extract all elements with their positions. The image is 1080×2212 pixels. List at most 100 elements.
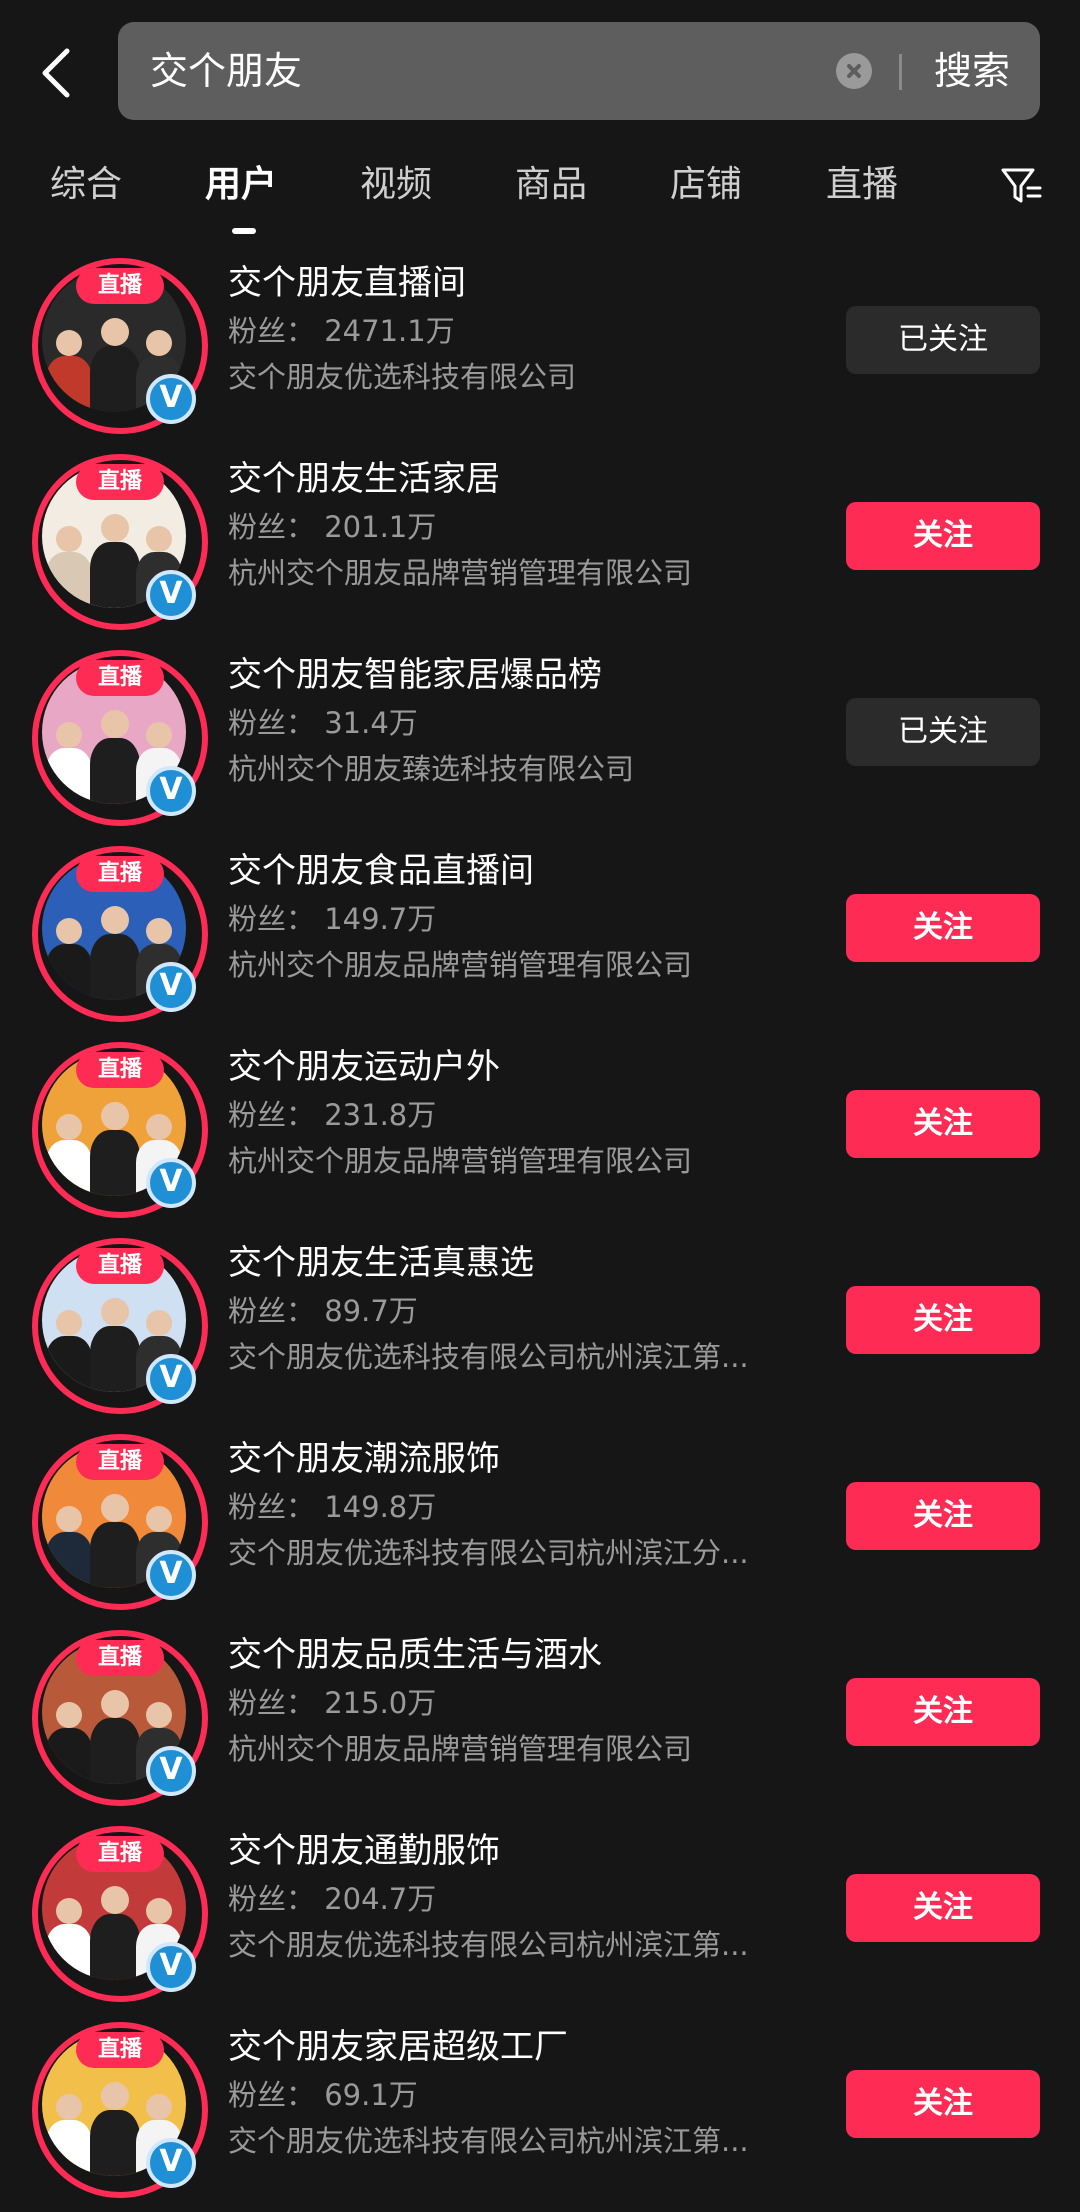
user-result-row[interactable]: 直播 V 交个朋友食品直播间 粉丝： 149.7万 杭州交个朋友品牌营销管理有限… <box>0 840 1080 1036</box>
follower-count: 粉丝： 215.0万 <box>228 1686 437 1720</box>
live-badge: 直播 <box>76 464 164 500</box>
user-result-row[interactable]: 直播 V 交个朋友智能家居爆品榜 粉丝： 31.4万 杭州交个朋友臻选科技有限公… <box>0 644 1080 840</box>
follower-count: 粉丝： 149.8万 <box>228 1490 437 1524</box>
avatar[interactable]: 直播 V <box>32 846 208 1022</box>
live-badge: 直播 <box>76 1444 164 1480</box>
user-name: 交个朋友食品直播间 <box>228 851 534 891</box>
user-name: 交个朋友生活真惠选 <box>228 1243 534 1283</box>
user-info: 交个朋友家居超级工厂 粉丝： 69.1万 交个朋友优选科技有限公司杭州滨江第..… <box>228 2022 808 2164</box>
user-name: 交个朋友直播间 <box>228 263 466 303</box>
search-query[interactable]: 交个朋友 <box>150 22 302 120</box>
verified-icon: V <box>146 1942 196 1992</box>
verified-icon: V <box>146 1158 196 1208</box>
follow-button[interactable]: 关注 <box>846 1874 1040 1942</box>
verified-icon: V <box>146 1746 196 1796</box>
avatar[interactable]: 直播 V <box>32 1042 208 1218</box>
company-name: 杭州交个朋友品牌营销管理有限公司 <box>228 1144 693 1178</box>
avatar[interactable]: 直播 V <box>32 1826 208 2002</box>
user-info: 交个朋友食品直播间 粉丝： 149.7万 杭州交个朋友品牌营销管理有限公司 <box>228 846 808 988</box>
verified-icon: V <box>146 374 196 424</box>
user-name: 交个朋友潮流服饰 <box>228 1439 500 1479</box>
follower-count: 粉丝： 31.4万 <box>228 706 418 740</box>
user-name: 交个朋友品质生活与酒水 <box>228 1635 602 1675</box>
user-info: 交个朋友品质生活与酒水 粉丝： 215.0万 杭州交个朋友品牌营销管理有限公司 <box>228 1630 808 1772</box>
tab-products[interactable]: 商品 <box>515 150 587 220</box>
search-button[interactable]: 搜索 <box>934 22 1010 120</box>
followed-button[interactable]: 已关注 <box>846 306 1040 374</box>
follow-button[interactable]: 关注 <box>846 894 1040 962</box>
live-badge: 直播 <box>76 1248 164 1284</box>
user-name: 交个朋友生活家居 <box>228 459 500 499</box>
avatar[interactable]: 直播 V <box>32 1630 208 1806</box>
search-header: 交个朋友 搜索 <box>0 0 1080 140</box>
avatar[interactable]: 直播 V <box>32 650 208 826</box>
follower-count: 粉丝： 2471.1万 <box>228 314 455 348</box>
back-icon[interactable] <box>34 44 78 102</box>
follower-count: 粉丝： 201.1万 <box>228 510 437 544</box>
avatar[interactable]: 直播 V <box>32 2022 208 2198</box>
company-name: 交个朋友优选科技有限公司杭州滨江第... <box>228 1340 749 1374</box>
user-result-row[interactable]: 直播 V 交个朋友潮流服饰 粉丝： 149.8万 交个朋友优选科技有限公司杭州滨… <box>0 1428 1080 1624</box>
follow-button[interactable]: 关注 <box>846 1482 1040 1550</box>
user-result-row[interactable]: 直播 V 交个朋友生活真惠选 粉丝： 89.7万 交个朋友优选科技有限公司杭州滨… <box>0 1232 1080 1428</box>
follow-button[interactable]: 关注 <box>846 1090 1040 1158</box>
live-badge: 直播 <box>76 1836 164 1872</box>
tab-bar: 综合 用户 视频 商品 店铺 直播 <box>0 150 1080 240</box>
company-name: 杭州交个朋友品牌营销管理有限公司 <box>228 1732 693 1766</box>
follower-count: 粉丝： 149.7万 <box>228 902 437 936</box>
live-badge: 直播 <box>76 660 164 696</box>
company-name: 杭州交个朋友臻选科技有限公司 <box>228 752 635 786</box>
user-result-row[interactable]: 直播 V 交个朋友家居超级工厂 粉丝： 69.1万 交个朋友优选科技有限公司杭州… <box>0 2016 1080 2212</box>
user-info: 交个朋友运动户外 粉丝： 231.8万 杭州交个朋友品牌营销管理有限公司 <box>228 1042 808 1184</box>
tab-stores[interactable]: 店铺 <box>670 150 742 220</box>
user-result-row[interactable]: 直播 V 交个朋友品质生活与酒水 粉丝： 215.0万 杭州交个朋友品牌营销管理… <box>0 1624 1080 1820</box>
search-input[interactable]: 交个朋友 搜索 <box>118 22 1040 120</box>
follower-count: 粉丝： 231.8万 <box>228 1098 437 1132</box>
follower-count: 粉丝： 69.1万 <box>228 2078 418 2112</box>
user-result-row[interactable]: 直播 V 交个朋友生活家居 粉丝： 201.1万 杭州交个朋友品牌营销管理有限公… <box>0 448 1080 644</box>
live-badge: 直播 <box>76 1052 164 1088</box>
avatar[interactable]: 直播 V <box>32 1434 208 1610</box>
tab-videos[interactable]: 视频 <box>360 150 432 220</box>
verified-icon: V <box>146 2138 196 2188</box>
company-name: 交个朋友优选科技有限公司杭州滨江分... <box>228 1536 749 1570</box>
user-result-row[interactable]: 直播 V 交个朋友运动户外 粉丝： 231.8万 杭州交个朋友品牌营销管理有限公… <box>0 1036 1080 1232</box>
verified-icon: V <box>146 962 196 1012</box>
verified-icon: V <box>146 1354 196 1404</box>
user-result-row[interactable]: 直播 V 交个朋友通勤服饰 粉丝： 204.7万 交个朋友优选科技有限公司杭州滨… <box>0 1820 1080 2016</box>
tab-live[interactable]: 直播 <box>826 150 898 220</box>
follow-button[interactable]: 关注 <box>846 502 1040 570</box>
user-result-row[interactable]: 直播 V 交个朋友直播间 粉丝： 2471.1万 交个朋友优选科技有限公司 已关… <box>0 252 1080 448</box>
follow-button[interactable]: 关注 <box>846 1286 1040 1354</box>
user-info: 交个朋友直播间 粉丝： 2471.1万 交个朋友优选科技有限公司 <box>228 258 808 400</box>
user-name: 交个朋友运动户外 <box>228 1047 500 1087</box>
user-info: 交个朋友通勤服饰 粉丝： 204.7万 交个朋友优选科技有限公司杭州滨江第... <box>228 1826 808 1968</box>
user-info: 交个朋友生活家居 粉丝： 201.1万 杭州交个朋友品牌营销管理有限公司 <box>228 454 808 596</box>
company-name: 交个朋友优选科技有限公司 <box>228 360 577 394</box>
avatar[interactable]: 直播 V <box>32 454 208 630</box>
follow-button[interactable]: 关注 <box>846 1678 1040 1746</box>
tab-comprehensive[interactable]: 综合 <box>50 150 122 220</box>
user-name: 交个朋友通勤服饰 <box>228 1831 500 1871</box>
divider <box>899 54 902 90</box>
verified-icon: V <box>146 766 196 816</box>
tab-users[interactable]: 用户 <box>205 150 277 220</box>
user-name: 交个朋友智能家居爆品榜 <box>228 655 602 695</box>
company-name: 杭州交个朋友品牌营销管理有限公司 <box>228 556 693 590</box>
verified-icon: V <box>146 1550 196 1600</box>
live-badge: 直播 <box>76 268 164 304</box>
live-badge: 直播 <box>76 856 164 892</box>
clear-icon[interactable] <box>836 53 872 89</box>
avatar[interactable]: 直播 V <box>32 1238 208 1414</box>
user-info: 交个朋友生活真惠选 粉丝： 89.7万 交个朋友优选科技有限公司杭州滨江第... <box>228 1238 808 1380</box>
company-name: 交个朋友优选科技有限公司杭州滨江第... <box>228 1928 749 1962</box>
company-name: 杭州交个朋友品牌营销管理有限公司 <box>228 948 693 982</box>
user-info: 交个朋友潮流服饰 粉丝： 149.8万 交个朋友优选科技有限公司杭州滨江分... <box>228 1434 808 1576</box>
follower-count: 粉丝： 89.7万 <box>228 1294 418 1328</box>
follower-count: 粉丝： 204.7万 <box>228 1882 437 1916</box>
company-name: 交个朋友优选科技有限公司杭州滨江第... <box>228 2124 749 2158</box>
filter-icon[interactable] <box>1000 166 1044 210</box>
followed-button[interactable]: 已关注 <box>846 698 1040 766</box>
follow-button[interactable]: 关注 <box>846 2070 1040 2138</box>
avatar[interactable]: 直播 V <box>32 258 208 434</box>
